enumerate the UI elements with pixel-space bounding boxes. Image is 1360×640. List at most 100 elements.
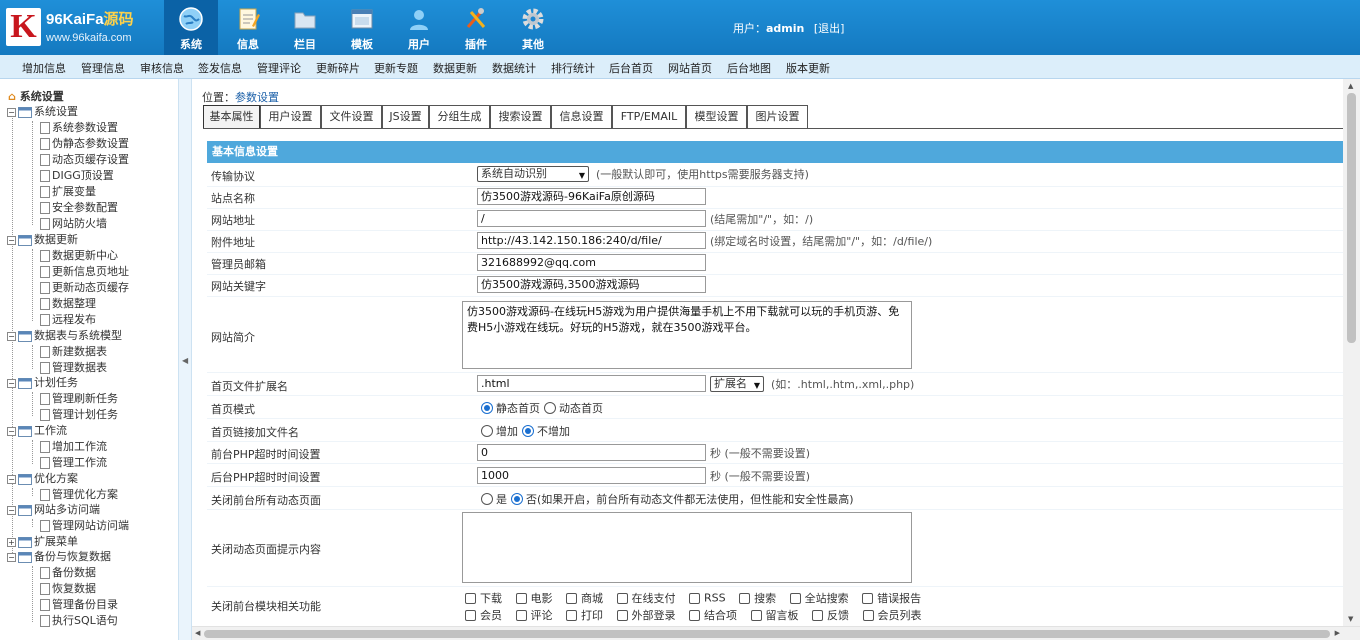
tree-item[interactable]: 恢复数据 — [40, 582, 96, 598]
expand-icon[interactable]: + — [7, 537, 16, 547]
sidebar-splitter[interactable]: ◀ — [178, 79, 192, 640]
tab-js[interactable]: JS设置 — [382, 105, 429, 128]
tab-model[interactable]: 模型设置 — [686, 105, 747, 128]
tab-group-gen[interactable]: 分组生成 — [429, 105, 490, 128]
sitename-input[interactable]: 仿3500游戏源码-96KaiFa原创源码 — [477, 188, 706, 205]
tree-item[interactable]: 数据更新中心 — [40, 249, 118, 265]
scrollbar-thumb[interactable] — [204, 630, 1330, 638]
indexmode-dynamic-radio[interactable] — [544, 402, 556, 414]
collapse-icon[interactable]: − — [7, 426, 16, 436]
tree-item[interactable]: 备份数据 — [40, 566, 96, 582]
tab-file[interactable]: 文件设置 — [321, 105, 382, 128]
siteurl-input[interactable]: / — [477, 210, 706, 227]
tree-item[interactable]: 新建数据表 — [40, 345, 107, 361]
checkbox[interactable] — [616, 592, 628, 604]
checkbox[interactable] — [739, 592, 751, 604]
tab-user[interactable]: 用户设置 — [260, 105, 321, 128]
email-input[interactable]: 321688992@qq.com — [477, 254, 706, 271]
logout-link[interactable]: [退出] — [814, 22, 845, 35]
tree-item[interactable]: 增加工作流 — [40, 440, 107, 456]
quick-sign-info[interactable]: 签发信息 — [198, 60, 242, 76]
tree-item[interactable]: 网站防火墙 — [40, 217, 107, 233]
tree-group[interactable]: − 系统设置 — [7, 105, 78, 121]
tab-basic[interactable]: 基本属性 — [203, 105, 260, 129]
checkbox[interactable] — [465, 609, 476, 621]
tree-item[interactable]: 管理优化方案 — [40, 488, 118, 504]
nav-plugin[interactable]: 插件 — [449, 0, 503, 55]
tree-item[interactable]: 伪静态参数设置 — [40, 137, 129, 153]
tree-group[interactable]: − 网站多访问端 — [7, 503, 100, 519]
collapse-icon[interactable]: − — [7, 235, 16, 245]
tree-item[interactable]: 动态页缓存设置 — [40, 153, 129, 169]
quick-data-update[interactable]: 数据更新 — [433, 60, 477, 76]
tree-item[interactable]: 管理备份目录 — [40, 598, 118, 614]
tree-item[interactable]: 安全参数配置 — [40, 201, 118, 217]
nav-info[interactable]: 信息 — [221, 0, 275, 55]
tree-item[interactable]: 管理工作流 — [40, 456, 107, 472]
nav-system[interactable]: 系统 — [164, 0, 218, 55]
tree-item[interactable]: 管理刷新任务 — [40, 392, 118, 408]
keywords-input[interactable]: 仿3500游戏源码,3500游戏源码 — [477, 276, 706, 293]
collapse-icon[interactable]: − — [7, 107, 16, 117]
quick-admin-home[interactable]: 后台首页 — [609, 60, 653, 76]
quick-manage-comments[interactable]: 管理评论 — [257, 60, 301, 76]
tree-group[interactable]: − 备份与恢复数据 — [7, 550, 111, 566]
checkbox[interactable] — [689, 609, 700, 621]
tree-group[interactable]: − 数据表与系统模型 — [7, 329, 122, 345]
checkbox[interactable] — [750, 609, 762, 621]
tree-group[interactable]: + 扩展菜单 — [7, 535, 78, 551]
quick-update-topics[interactable]: 更新专题 — [374, 60, 418, 76]
tree-group[interactable]: − 计划任务 — [7, 376, 78, 392]
tree-item[interactable]: 管理计划任务 — [40, 408, 118, 424]
checkbox[interactable] — [789, 592, 801, 604]
tree-item[interactable]: 更新信息页地址 — [40, 265, 129, 281]
protocol-select[interactable]: 系统自动识别 — [477, 166, 589, 183]
quick-update-fragments[interactable]: 更新碎片 — [316, 60, 360, 76]
fronttimeout-input[interactable]: 0 — [477, 444, 706, 461]
fileurl-input[interactable]: http://43.142.150.186:240/d/file/ — [477, 232, 706, 249]
scroll-right-icon[interactable]: ▶ — [1335, 629, 1340, 637]
scroll-up-icon[interactable]: ▲ — [1348, 82, 1353, 90]
quick-rank-stats[interactable]: 排行统计 — [551, 60, 595, 76]
breadcrumb-current[interactable]: 参数设置 — [235, 91, 279, 104]
checkbox[interactable] — [566, 609, 577, 621]
indexext-select[interactable]: 扩展名 — [710, 375, 764, 393]
checkbox[interactable] — [812, 609, 823, 621]
closetip-textarea[interactable] — [462, 512, 912, 583]
horizontal-scrollbar[interactable]: ◀ ▶ — [192, 626, 1360, 640]
indexmode-static-radio[interactable] — [481, 402, 493, 414]
scrollbar-thumb[interactable] — [1347, 93, 1356, 343]
quick-add-info[interactable]: 增加信息 — [22, 60, 66, 76]
indexappend-no-radio[interactable] — [522, 425, 534, 437]
tab-search[interactable]: 搜索设置 — [490, 105, 551, 128]
tree-item[interactable]: DIGG顶设置 — [40, 169, 114, 185]
tab-info[interactable]: 信息设置 — [551, 105, 612, 128]
tree-group[interactable]: − 工作流 — [7, 424, 67, 440]
checkbox[interactable] — [862, 592, 874, 604]
scroll-down-icon[interactable]: ▼ — [1348, 615, 1353, 623]
tree-item[interactable]: 执行SQL语句 — [40, 614, 118, 630]
tree-item[interactable]: 管理网站访问端 — [40, 519, 129, 535]
collapse-arrow-icon[interactable]: ◀ — [182, 356, 188, 365]
tree-group[interactable]: − 数据更新 — [7, 233, 78, 249]
checkbox[interactable] — [616, 609, 628, 621]
tree-item[interactable]: 更新动态页缓存 — [40, 281, 129, 297]
nav-other[interactable]: 其他 — [506, 0, 560, 55]
quick-data-stats[interactable]: 数据统计 — [492, 60, 536, 76]
quick-site-home[interactable]: 网站首页 — [668, 60, 712, 76]
closedyn-yes-radio[interactable] — [481, 493, 493, 505]
checkbox[interactable] — [689, 592, 700, 604]
checkbox[interactable] — [862, 609, 874, 621]
indexappend-yes-radio[interactable] — [481, 425, 493, 437]
closedyn-no-radio[interactable] — [511, 493, 523, 505]
collapse-icon[interactable]: − — [7, 505, 16, 515]
intro-textarea[interactable]: 仿3500游戏源码-在线玩H5游戏为用户提供海量手机上不用下载就可以玩的手机页游… — [462, 301, 912, 369]
indexext-input[interactable]: .html — [477, 375, 706, 392]
quick-admin-map[interactable]: 后台地图 — [727, 60, 771, 76]
tree-item[interactable]: 系统参数设置 — [40, 121, 118, 137]
quick-version-update[interactable]: 版本更新 — [786, 60, 830, 76]
quick-audit-info[interactable]: 审核信息 — [140, 60, 184, 76]
vertical-scrollbar[interactable]: ▲ ▼ — [1343, 79, 1360, 626]
collapse-icon[interactable]: − — [7, 552, 16, 562]
collapse-icon[interactable]: − — [7, 474, 16, 484]
